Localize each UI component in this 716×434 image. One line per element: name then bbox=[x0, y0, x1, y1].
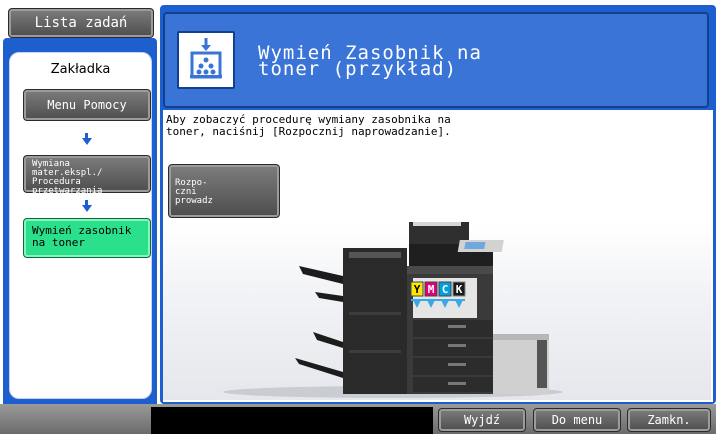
to-menu-button[interactable]: Do menu bbox=[533, 408, 621, 432]
job-list-button[interactable]: Lista zadań bbox=[8, 8, 154, 38]
help-menu-button[interactable]: Menu Pomocy bbox=[23, 89, 151, 121]
arrow-down-icon bbox=[82, 205, 92, 212]
toner-box-icon bbox=[177, 31, 235, 89]
printer-illustration: Y M C K bbox=[163, 218, 711, 400]
toner-label-black: K bbox=[456, 283, 463, 296]
start-guidance-button[interactable]: Rozpo- czni prowadz bbox=[168, 164, 280, 218]
bookmark-tab-label: Zakładka bbox=[50, 62, 111, 77]
instruction-text: Aby zobaczyć procedurę wymiany zasobnika… bbox=[166, 113, 451, 138]
toner-label-cyan: C bbox=[442, 283, 449, 296]
toner-label-yellow: Y bbox=[414, 283, 421, 296]
page-title: Wymień Zasobnik na toner (przykład) bbox=[258, 42, 482, 80]
exit-button[interactable]: Wyjdź bbox=[438, 408, 526, 432]
arrow-down-icon bbox=[82, 138, 92, 145]
consumables-procedure-button[interactable]: Wymiana mater.ekspl./ Procedura przetwar… bbox=[23, 155, 151, 196]
close-button[interactable]: Zamkn. bbox=[627, 408, 711, 432]
message-area bbox=[151, 407, 433, 434]
replace-toner-button[interactable]: Wymień zasobnik na toner bbox=[23, 218, 151, 258]
toner-label-magenta: M bbox=[428, 283, 435, 296]
